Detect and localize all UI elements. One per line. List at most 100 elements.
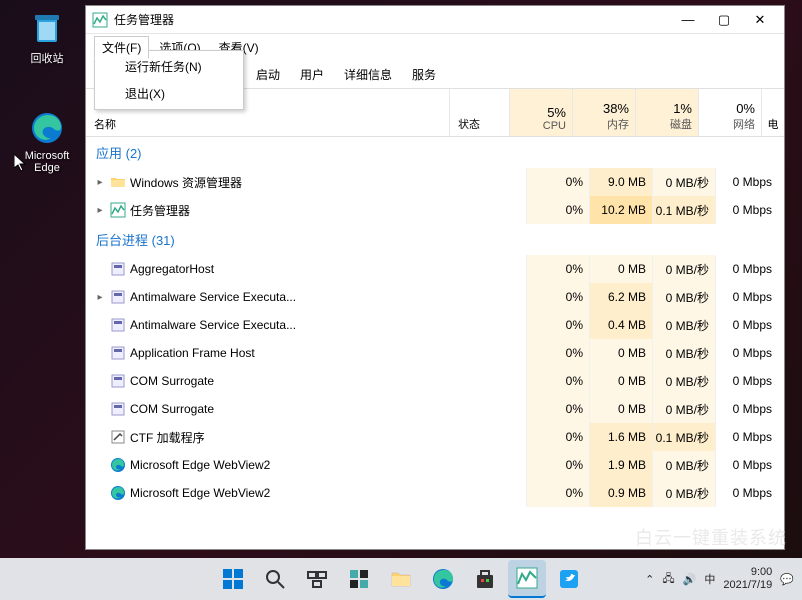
maximize-button[interactable]: ▢ (706, 6, 742, 34)
chevron-right-icon[interactable]: ▸ (94, 205, 106, 216)
volume-icon[interactable]: 🔊 (683, 573, 697, 586)
mem-cell: 6.2 MB (589, 283, 652, 311)
titlebar[interactable]: 任务管理器 — ▢ ✕ (86, 6, 784, 34)
mem-cell: 0 MB (589, 395, 652, 423)
cpu-cell: 0% (526, 339, 589, 367)
disk-cell: 0 MB/秒 (652, 395, 715, 423)
process-row[interactable]: ▸ Windows 资源管理器 0%9.0 MB0 MB/秒0 Mbps (86, 168, 784, 196)
search-button[interactable] (256, 560, 294, 598)
disk-cell: 0 MB/秒 (652, 311, 715, 339)
net-cell: 0 Mbps (715, 168, 778, 196)
file-dropdown: 运行新任务(N) 退出(X) (94, 50, 244, 110)
net-cell: 0 Mbps (715, 339, 778, 367)
process-name: 任务管理器 (130, 202, 190, 219)
process-icon (110, 457, 126, 473)
process-row[interactable]: ▸Antimalware Service Executa...0%6.2 MB0… (86, 283, 784, 311)
header-disk[interactable]: 1% 磁盘 (636, 89, 699, 136)
edge-taskbar-button[interactable] (424, 560, 462, 598)
tab-startup[interactable]: 启动 (246, 61, 290, 88)
close-button[interactable]: ✕ (742, 6, 778, 34)
process-name: Windows 资源管理器 (130, 174, 242, 191)
header-state[interactable]: 状态 (450, 89, 510, 136)
watermark: 白云一键重装系统 (635, 524, 787, 550)
disk-cell: 0 MB/秒 (652, 255, 715, 283)
network-icon[interactable]: 🖧 (662, 570, 674, 589)
mem-cell: 1.6 MB (589, 423, 652, 451)
cpu-cell: 0% (526, 168, 589, 196)
process-row[interactable]: CTF 加载程序0%1.6 MB0.1 MB/秒0 Mbps (86, 423, 784, 451)
start-button[interactable] (214, 560, 252, 598)
process-icon (110, 174, 126, 190)
process-name: Microsoft Edge WebView2 (130, 486, 270, 500)
app-button[interactable] (550, 560, 588, 598)
process-name: CTF 加载程序 (130, 429, 205, 446)
tray-chevron-icon[interactable]: ⌃ (645, 573, 654, 586)
net-cell: 0 Mbps (715, 196, 778, 224)
mem-cell: 9.0 MB (589, 168, 652, 196)
disk-cell: 0 MB/秒 (652, 168, 715, 196)
net-cell: 0 Mbps (715, 423, 778, 451)
mem-cell: 0.9 MB (589, 479, 652, 507)
mem-cell: 0 MB (589, 255, 652, 283)
menu-file[interactable]: 文件(F) (94, 36, 149, 59)
process-icon (110, 429, 126, 445)
group-apps[interactable]: 应用 (2) (86, 137, 784, 168)
notifications-icon[interactable]: 💬 (780, 573, 794, 586)
disk-cell: 0 MB/秒 (652, 367, 715, 395)
header-mem[interactable]: 38% 内存 (573, 89, 636, 136)
mem-cell: 0 MB (589, 367, 652, 395)
process-row[interactable]: ▸任务管理器0%10.2 MB0.1 MB/秒0 Mbps (86, 196, 784, 224)
net-cell: 0 Mbps (715, 255, 778, 283)
process-row[interactable]: COM Surrogate0%0 MB0 MB/秒0 Mbps (86, 395, 784, 423)
group-bg[interactable]: 后台进程 (31) (86, 224, 784, 255)
disk-cell: 0 MB/秒 (652, 479, 715, 507)
net-cell: 0 Mbps (715, 311, 778, 339)
process-name: AggregatorHost (130, 262, 214, 276)
process-row[interactable]: Microsoft Edge WebView20%1.9 MB0 MB/秒0 M… (86, 451, 784, 479)
widgets-button[interactable] (340, 560, 378, 598)
mem-cell: 1.9 MB (589, 451, 652, 479)
cpu-cell: 0% (526, 395, 589, 423)
chevron-right-icon[interactable]: ▸ (94, 292, 106, 303)
taskmgr-taskbar-button[interactable] (508, 560, 546, 598)
disk-cell: 0 MB/秒 (652, 339, 715, 367)
store-button[interactable] (466, 560, 504, 598)
ime-indicator[interactable]: 中 (704, 571, 715, 587)
process-row[interactable]: Microsoft Edge WebView2 0%0.9 MB0 MB/秒0 M… (86, 479, 784, 507)
process-icon (110, 317, 126, 333)
system-tray: ⌃ 🖧 🔊 中 9:00 2021/7/19 💬 (645, 566, 794, 592)
process-name: COM Surrogate (130, 402, 214, 416)
explorer-button[interactable] (382, 560, 420, 598)
process-icon (110, 345, 126, 361)
mem-cell: 0 MB (589, 339, 652, 367)
net-cell: 0 Mbps (715, 479, 778, 507)
desktop-recycle-bin[interactable]: 回收站 (12, 10, 82, 66)
process-list[interactable]: 应用 (2) ▸Windows 资源管理器0%9.0 MB0 MB/秒0 Mbp… (86, 137, 784, 549)
process-icon (110, 202, 126, 218)
process-icon (110, 289, 126, 305)
recycle-bin-label: 回收站 (12, 50, 82, 66)
process-row[interactable]: COM Surrogate0%0 MB0 MB/秒0 Mbps (86, 367, 784, 395)
process-row[interactable]: Antimalware Service Executa...0%0.4 MB0 … (86, 311, 784, 339)
process-icon (110, 261, 126, 277)
header-cpu[interactable]: 5% CPU (510, 89, 573, 136)
menu-exit[interactable]: 退出(X) (97, 80, 241, 107)
minimize-button[interactable]: — (670, 6, 706, 34)
chevron-right-icon[interactable]: ▸ (94, 177, 106, 188)
net-cell: 0 Mbps (715, 283, 778, 311)
tab-user[interactable]: 用户 (290, 61, 334, 88)
cpu-cell: 0% (526, 255, 589, 283)
process-icon (110, 401, 126, 417)
header-net[interactable]: 0% 网络 (699, 89, 762, 136)
process-row[interactable]: AggregatorHost 0%0 MB0 MB/秒0 Mbps (86, 255, 784, 283)
cpu-cell: 0% (526, 479, 589, 507)
cpu-cell: 0% (526, 196, 589, 224)
process-row[interactable]: Application Frame Host0%0 MB0 MB/秒0 Mbps (86, 339, 784, 367)
header-power[interactable]: 电 (762, 89, 784, 136)
recycle-bin-icon (29, 10, 65, 46)
clock[interactable]: 9:00 2021/7/19 (723, 566, 772, 592)
task-view-button[interactable] (298, 560, 336, 598)
tab-services[interactable]: 服务 (402, 61, 446, 88)
tab-details[interactable]: 详细信息 (334, 61, 402, 88)
process-icon (110, 485, 126, 501)
